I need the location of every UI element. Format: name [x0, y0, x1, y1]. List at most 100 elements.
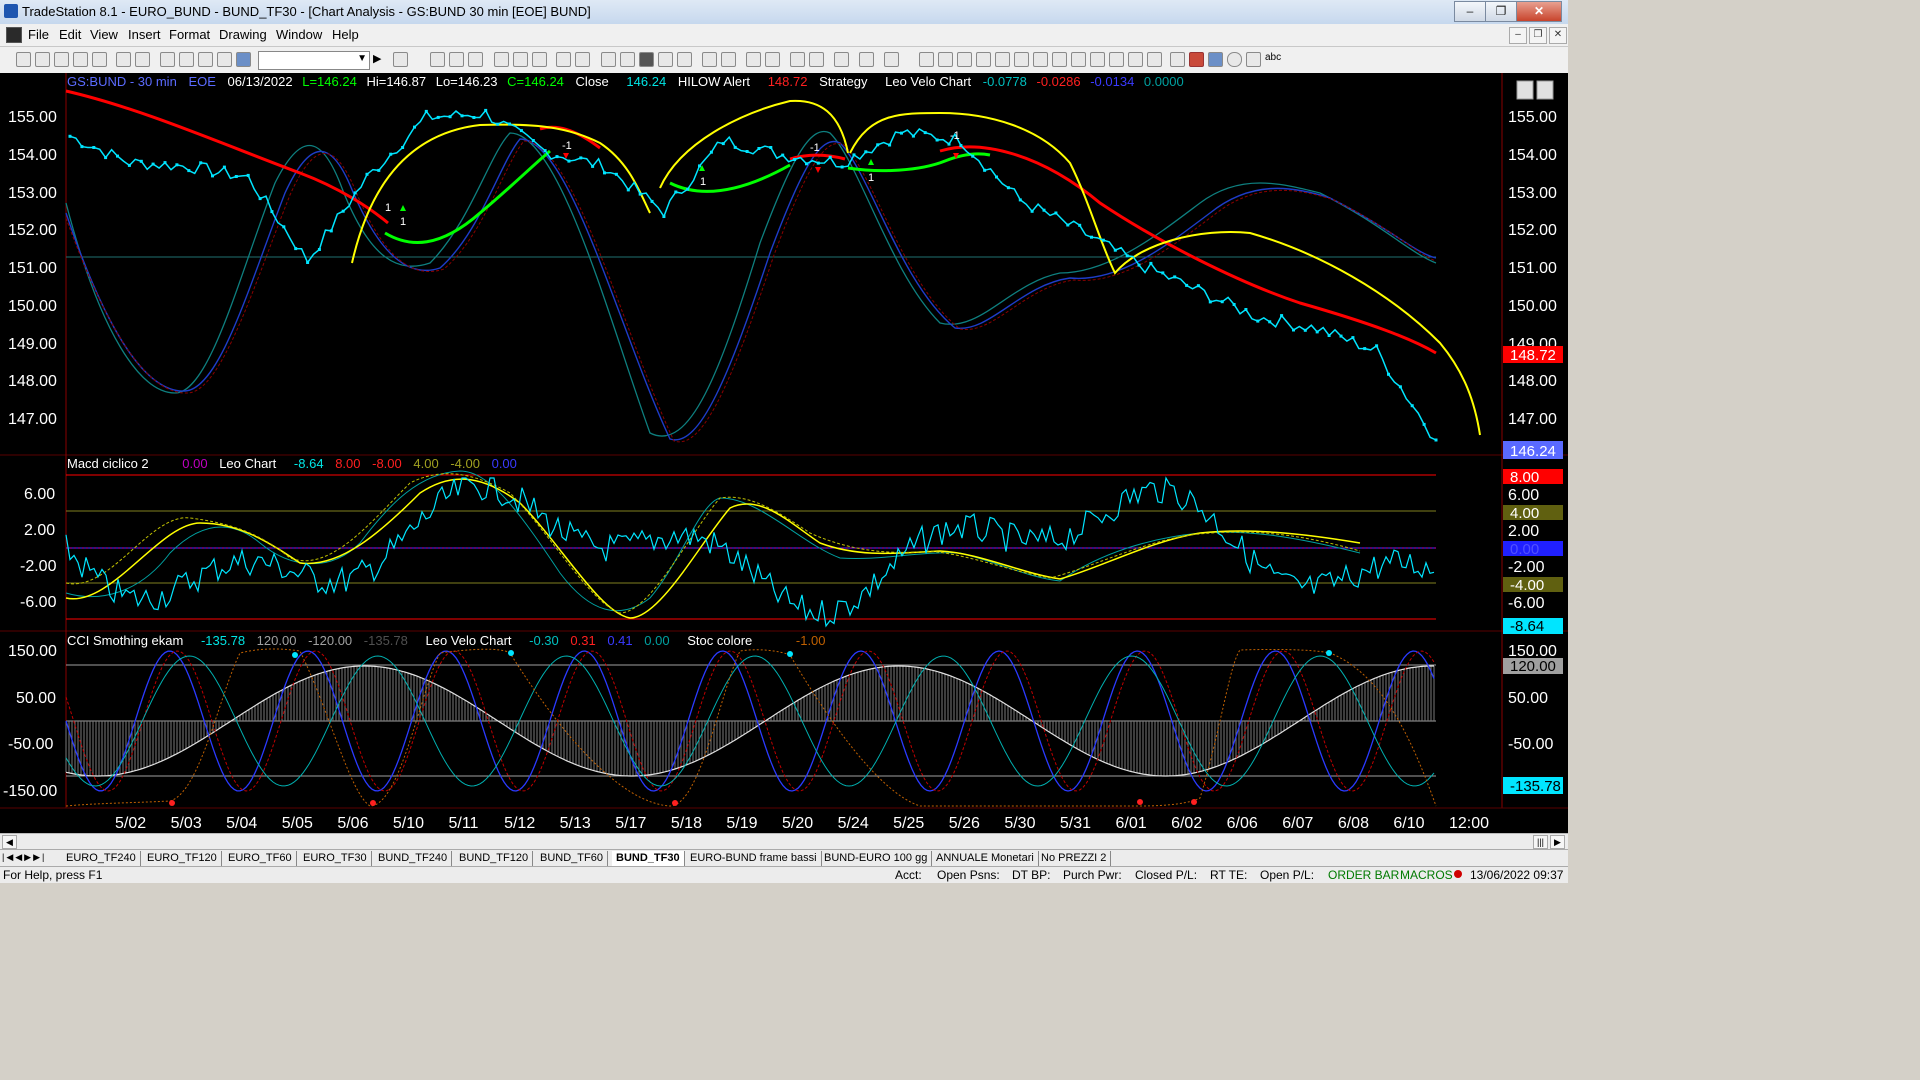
paste-icon[interactable]: [92, 52, 107, 67]
tab-no-prezzi-2[interactable]: No PREZZI 2: [1037, 851, 1112, 866]
zoom-out-icon[interactable]: [765, 52, 780, 67]
tab-bund-tf240[interactable]: BUND_TF240: [374, 851, 453, 866]
expand-icon[interactable]: [702, 52, 717, 67]
price-point: [876, 143, 880, 147]
zoom-in-icon[interactable]: [746, 52, 761, 67]
tab-euro-tf60[interactable]: EURO_TF60: [224, 851, 297, 866]
regression-icon[interactable]: [1109, 52, 1124, 67]
search-icon[interactable]: [393, 52, 408, 67]
gann-fan-icon[interactable]: [1033, 52, 1048, 67]
copy-icon[interactable]: [73, 52, 88, 67]
curve-icon[interactable]: [1170, 52, 1185, 67]
insert-indicator-icon[interactable]: [494, 52, 509, 67]
arc-icon[interactable]: [1128, 52, 1143, 67]
cci-tag: 50.00: [1508, 690, 1548, 707]
parallel-lines-icon[interactable]: [1090, 52, 1105, 67]
print-preview-icon[interactable]: [135, 52, 150, 67]
tab-bund-euro-100gg[interactable]: BUND-EURO 100 gg: [820, 851, 933, 866]
refresh-icon[interactable]: [575, 52, 590, 67]
menu-format[interactable]: Format: [169, 27, 210, 42]
pane-restore-button[interactable]: [1536, 80, 1554, 100]
arrow-icon[interactable]: [1071, 52, 1086, 67]
vertical-lines-icon[interactable]: [938, 52, 953, 67]
menu-view[interactable]: View: [90, 27, 118, 42]
radar-screen-icon[interactable]: [449, 52, 464, 67]
mdi-restore-button[interactable]: ❐: [1529, 27, 1547, 44]
tab-euro-tf240[interactable]: EURO_TF240: [62, 851, 141, 866]
trendline-icon[interactable]: [919, 52, 934, 67]
rectangle-icon[interactable]: [1246, 52, 1261, 67]
tab-annuale-monetari[interactable]: ANNUALE Monetari: [932, 851, 1039, 866]
dot-style-icon[interactable]: [658, 52, 673, 67]
horizontal-scrollbar[interactable]: ◀ ||| ▶: [0, 833, 1568, 849]
crosshair-icon[interactable]: [809, 52, 824, 67]
tab-euro-bund-frame-bassi[interactable]: EURO-BUND frame bassi: [686, 851, 822, 866]
time-tick: 5/17: [615, 815, 646, 832]
menu-insert[interactable]: Insert: [128, 27, 161, 42]
tab-bund-tf60[interactable]: BUND_TF60: [536, 851, 608, 866]
pane-minimize-button[interactable]: [1516, 80, 1534, 100]
macros-button[interactable]: MACROS: [1400, 868, 1453, 882]
ellipse-icon[interactable]: [1227, 52, 1242, 67]
pointer-icon[interactable]: [790, 52, 805, 67]
menu-edit[interactable]: Edit: [59, 27, 81, 42]
arrow-up-icon[interactable]: [1208, 52, 1223, 67]
menu-file[interactable]: File: [28, 27, 49, 42]
scroll-left-icon[interactable]: ◀: [2, 835, 17, 849]
layout-icon[interactable]: [160, 52, 175, 67]
mdi-close-button[interactable]: ✕: [1549, 27, 1567, 44]
globe-icon[interactable]: [236, 52, 251, 67]
ohlc-icon[interactable]: [677, 52, 692, 67]
mdi-minimize-button[interactable]: –: [1509, 27, 1527, 44]
scroll-bars-icon[interactable]: |||: [1533, 835, 1548, 849]
order-bar-button[interactable]: ORDER BAR: [1328, 868, 1399, 882]
eraser-icon[interactable]: [884, 52, 899, 67]
pencil-icon[interactable]: [1147, 52, 1162, 67]
arrow-down-icon[interactable]: [1189, 52, 1204, 67]
fibonacci-icon[interactable]: [995, 52, 1010, 67]
tab-bund-tf30[interactable]: BUND_TF30: [612, 851, 685, 866]
price-axis-right: 155.00 154.00 153.00 152.00 151.00 150.0…: [1508, 109, 1557, 428]
text-tool-icon[interactable]: abc: [1265, 52, 1281, 63]
speedline-icon[interactable]: [1014, 52, 1029, 67]
horizontal-lines-icon[interactable]: [957, 52, 972, 67]
save-icon[interactable]: [54, 52, 69, 67]
price-point: [436, 115, 440, 119]
tab-nav-arrows-icon[interactable]: |◀◀▶▶|: [2, 852, 46, 863]
insert-strategy-icon[interactable]: [513, 52, 528, 67]
matrix-icon[interactable]: [468, 52, 483, 67]
play-icon[interactable]: ▶: [373, 52, 381, 65]
compress-icon[interactable]: [721, 52, 736, 67]
chart-canvas[interactable]: GS:BUND - 30 min EOE 06/13/2022 L=146.24…: [0, 73, 1568, 833]
minimize-button[interactable]: –: [1454, 1, 1486, 22]
format-icon[interactable]: [556, 52, 571, 67]
chart-analysis-window[interactable]: GS:BUND - 30 min EOE 06/13/2022 L=146.24…: [0, 73, 1568, 833]
close-button[interactable]: ✕: [1516, 1, 1562, 22]
desktop-icon[interactable]: [179, 52, 194, 67]
scroll-right-icon[interactable]: ▶: [1550, 835, 1565, 849]
print-icon[interactable]: [116, 52, 131, 67]
menu-drawing[interactable]: Drawing: [219, 27, 267, 42]
insert-showme-icon[interactable]: [532, 52, 547, 67]
maximize-button[interactable]: ❐: [1485, 1, 1517, 22]
menu-window[interactable]: Window: [276, 27, 322, 42]
workspace-icon[interactable]: [217, 52, 232, 67]
chart-analysis-icon[interactable]: [430, 52, 445, 67]
open-icon[interactable]: [35, 52, 50, 67]
line-style-icon[interactable]: [639, 52, 654, 67]
channel-icon[interactable]: [976, 52, 991, 67]
tab-euro-tf30[interactable]: EURO_TF30: [299, 851, 372, 866]
candle-style-icon[interactable]: [620, 52, 635, 67]
price-point: [1327, 334, 1331, 337]
drawing-object-icon[interactable]: [859, 52, 874, 67]
tab-euro-tf120[interactable]: EURO_TF120: [143, 851, 222, 866]
symbol-combo[interactable]: ▼: [258, 51, 370, 70]
tools-icon[interactable]: [834, 52, 849, 67]
tab-bund-tf120[interactable]: BUND_TF120: [455, 851, 534, 866]
andrews-pitchfork-icon[interactable]: [1052, 52, 1067, 67]
bar-style-icon[interactable]: [601, 52, 616, 67]
menu-help[interactable]: Help: [332, 27, 359, 42]
lock-icon[interactable]: [198, 52, 213, 67]
new-icon[interactable]: [16, 52, 31, 67]
hilow-label: HILOW Alert: [678, 74, 751, 89]
